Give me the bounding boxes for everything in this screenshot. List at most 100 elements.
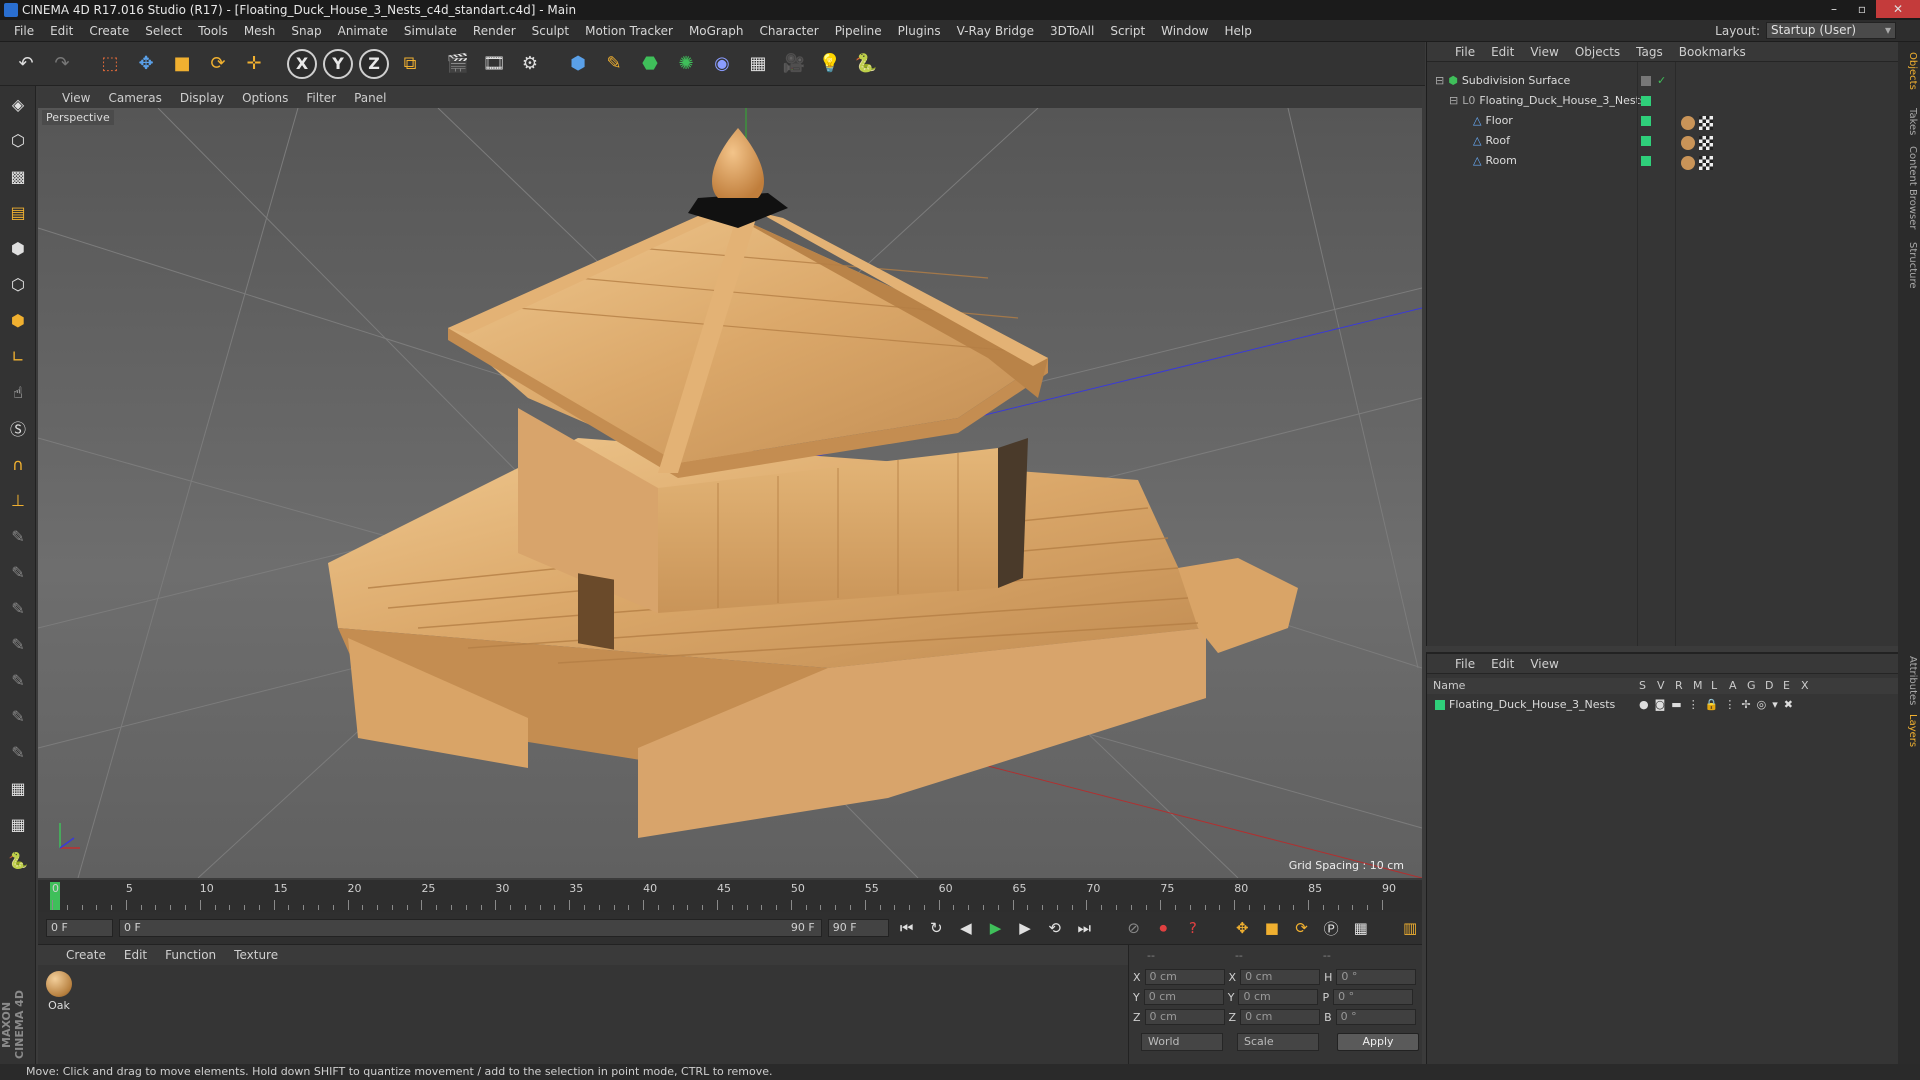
layer-xref-icon[interactable]: ✖ (1784, 698, 1793, 711)
layer-col-animation[interactable]: A (1729, 679, 1737, 692)
uvw-tag-icon[interactable] (1699, 116, 1713, 130)
grid-lock-icon[interactable]: ▦ (3, 773, 33, 803)
tab-attributes[interactable]: Attributes (1900, 652, 1918, 709)
sculpt-knife-icon[interactable]: ✎ (3, 737, 33, 767)
layer-generator-icon[interactable]: ✢ (1741, 698, 1750, 711)
go-to-start-icon[interactable]: ⏮ (895, 916, 919, 940)
nurbs-icon[interactable]: ⬣ (634, 48, 666, 80)
workplane-icon[interactable]: ▤ (3, 197, 33, 227)
magnet-icon[interactable]: ∩ (3, 449, 33, 479)
objects-menu-objects[interactable]: Objects (1575, 45, 1620, 59)
menu-mesh[interactable]: Mesh (236, 20, 284, 42)
position-x-field[interactable]: 0 cm (1144, 969, 1225, 985)
layer-col-render[interactable]: R (1675, 679, 1683, 692)
axis-mode-icon[interactable]: ∟ (3, 341, 33, 371)
record-keyframe-icon[interactable]: ⏺ (1151, 916, 1175, 940)
layer-row[interactable]: Floating_Duck_House_3_Nests (1435, 696, 1615, 714)
layer-render-icon[interactable]: ▬ (1671, 698, 1681, 711)
viewport-menu-options[interactable]: Options (242, 91, 288, 105)
layer-swatch[interactable] (1641, 156, 1651, 166)
viewport-menu-cameras[interactable]: Cameras (108, 91, 161, 105)
sculpt-pinch-icon[interactable]: ✎ (3, 701, 33, 731)
size-x-field[interactable]: 0 cm (1240, 969, 1321, 985)
material-tag-icon[interactable] (1681, 116, 1695, 130)
move-tool-icon[interactable]: ✥ (130, 48, 162, 80)
tree-item-duck-house[interactable]: ⊟ L0 Floating_Duck_House_3_Nests (1449, 92, 1646, 110)
viewport-menu-filter[interactable]: Filter (306, 91, 336, 105)
points-mode-icon[interactable]: ⬢ (3, 233, 33, 263)
collapse-icon[interactable]: ⊟ (1435, 72, 1444, 90)
size-z-field[interactable]: 0 cm (1240, 1009, 1321, 1025)
z-axis-lock-icon[interactable]: Z (359, 48, 389, 79)
material-tag-icon[interactable] (1681, 156, 1695, 170)
minimize-button[interactable]: – (1820, 0, 1848, 18)
cube-primitive-icon[interactable]: ⬢ (562, 48, 594, 80)
menu-create[interactable]: Create (81, 20, 137, 42)
material-menu-edit[interactable]: Edit (124, 948, 147, 962)
menu-help[interactable]: Help (1216, 20, 1259, 42)
layer-swatch[interactable] (1641, 76, 1651, 86)
position-z-field[interactable]: 0 cm (1144, 1009, 1225, 1025)
menu-motion-tracker[interactable]: Motion Tracker (577, 20, 681, 42)
layer-col-locked[interactable]: L (1711, 679, 1717, 692)
menu-tools[interactable]: Tools (190, 20, 236, 42)
texture-mode-icon[interactable]: ▩ (3, 161, 33, 191)
collapse-icon[interactable]: ⊟ (1449, 92, 1458, 110)
viewport-menu-display[interactable]: Display (180, 91, 224, 105)
apply-button[interactable]: Apply (1337, 1033, 1419, 1051)
loop-icon[interactable]: ↻ (924, 916, 948, 940)
sculpt-pull-icon[interactable]: ✎ (3, 557, 33, 587)
sculpt-flatten-icon[interactable]: ✎ (3, 629, 33, 659)
viewport-menu-panel[interactable]: Panel (354, 91, 386, 105)
y-axis-lock-icon[interactable]: Y (323, 48, 353, 79)
layers-menu-file[interactable]: File (1455, 657, 1475, 671)
go-to-end-icon[interactable]: ⏭ (1072, 916, 1096, 940)
x-axis-lock-icon[interactable]: X (287, 48, 317, 79)
edges-mode-icon[interactable]: ⬡ (3, 269, 33, 299)
rotate-tool-icon[interactable]: ⟳ (202, 48, 234, 80)
layer-visible-icon[interactable]: ◙ (1655, 698, 1666, 711)
python-script-icon[interactable]: 🐍 (3, 845, 33, 875)
menu-edit[interactable]: Edit (42, 20, 81, 42)
close-button[interactable]: ✕ (1876, 0, 1920, 18)
coordinate-system-icon[interactable]: ⧉ (394, 48, 426, 80)
material-oak[interactable]: Oak (44, 971, 74, 1012)
menu-sculpt[interactable]: Sculpt (524, 20, 577, 42)
layer-col-xref[interactable]: X (1801, 679, 1809, 692)
snap-icon[interactable]: Ⓢ (3, 413, 33, 443)
position-y-field[interactable]: 0 cm (1143, 989, 1224, 1005)
scale-tool-icon[interactable]: ■ (166, 48, 198, 80)
end-frame-field[interactable]: 90 F (827, 919, 889, 937)
timeline-window-icon[interactable]: ▥ (1398, 916, 1422, 940)
render-picture-viewer-icon[interactable]: 🎞 (478, 48, 510, 80)
material-menu-function[interactable]: Function (165, 948, 216, 962)
menu-character[interactable]: Character (751, 20, 826, 42)
layers-menu-view[interactable]: View (1530, 657, 1558, 671)
layer-lock-icon[interactable]: 🔒 (1705, 698, 1719, 711)
tree-item-floor[interactable]: △ Floor (1473, 112, 1513, 130)
menu-script[interactable]: Script (1102, 20, 1153, 42)
rotation-b-field[interactable]: 0 ° (1335, 1009, 1416, 1025)
menu-animate[interactable]: Animate (330, 20, 396, 42)
live-selection-icon[interactable]: ⬚ (94, 48, 126, 80)
key-pla-icon[interactable]: ▦ (1349, 916, 1373, 940)
menu-mograph[interactable]: MoGraph (681, 20, 752, 42)
current-frame-field[interactable]: 0 F (46, 919, 113, 937)
tab-layers[interactable]: Layers (1900, 710, 1918, 751)
tree-item-room[interactable]: △ Room (1473, 152, 1517, 170)
layer-col-manager[interactable]: M (1693, 679, 1703, 692)
layer-col-view[interactable]: V (1657, 679, 1665, 692)
menu-plugins[interactable]: Plugins (890, 20, 949, 42)
uvw-tag-icon[interactable] (1699, 136, 1713, 150)
viewport-menu-view[interactable]: View (62, 91, 90, 105)
menu-simulate[interactable]: Simulate (396, 20, 465, 42)
sculpt-smooth-icon[interactable]: ✎ (3, 593, 33, 623)
coordinate-space-dropdown[interactable]: World (1141, 1033, 1223, 1051)
viewport-perspective-label[interactable]: Perspective (42, 110, 114, 125)
render-settings-icon[interactable]: ⚙ (514, 48, 546, 80)
camera-icon[interactable]: 🎥 (778, 48, 810, 80)
menu-select[interactable]: Select (137, 20, 190, 42)
model-mode-icon[interactable]: ⬡ (3, 125, 33, 155)
menu-snap[interactable]: Snap (283, 20, 329, 42)
objects-menu-bookmarks[interactable]: Bookmarks (1679, 45, 1746, 59)
